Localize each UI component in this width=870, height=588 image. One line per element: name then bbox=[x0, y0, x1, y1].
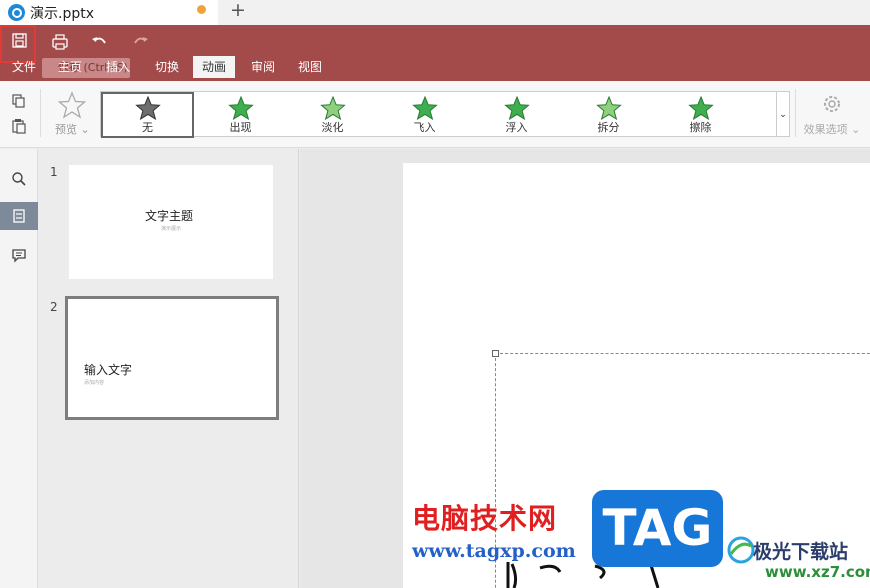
animation-label: 飞入 bbox=[413, 121, 436, 134]
paste-icon[interactable] bbox=[11, 118, 27, 134]
menu-transition[interactable]: 切换 bbox=[155, 56, 179, 78]
preview-star-icon bbox=[57, 91, 87, 119]
animation-option-1[interactable]: 出现 bbox=[195, 94, 286, 136]
star-icon bbox=[595, 96, 622, 120]
unsaved-indicator bbox=[197, 5, 206, 14]
animation-gallery: 无 出现 淡化 飞入 浮入 拆分 擦除 bbox=[100, 91, 777, 138]
watermark-site-name: 电脑技术网 bbox=[412, 502, 558, 535]
comment-icon[interactable] bbox=[0, 241, 38, 269]
menu-file[interactable]: 文件 bbox=[12, 56, 36, 78]
presentation-app: 演示.pptx + 保存 (Ctrl+S) 文件 主页 插入 切换 动画 审阅 … bbox=[0, 0, 870, 588]
slide-1-subtitle: 演示展示 bbox=[161, 226, 182, 232]
print-icon[interactable] bbox=[48, 31, 72, 53]
menu-home[interactable]: 主页 bbox=[58, 56, 82, 78]
toolbar-divider bbox=[40, 89, 41, 137]
animation-label: 浮入 bbox=[505, 121, 528, 134]
slide-editor bbox=[300, 149, 870, 588]
left-sidebar bbox=[0, 149, 38, 588]
slide-2-subtitle: 添加内容 bbox=[84, 380, 105, 386]
slides-icon[interactable] bbox=[0, 202, 38, 230]
star-icon bbox=[687, 96, 714, 120]
slide-1-title: 文字主题 bbox=[145, 209, 194, 223]
menu-insert[interactable]: 插入 bbox=[106, 56, 130, 78]
slide-number: 2 bbox=[50, 300, 58, 314]
animation-label: 擦除 bbox=[689, 121, 712, 134]
animation-label: 出现 bbox=[229, 121, 252, 134]
preview-button[interactable]: 预览 ⌄ bbox=[52, 91, 92, 139]
animation-option-5[interactable]: 拆分 bbox=[563, 94, 654, 136]
watermark2-site-url: www.xz7.com bbox=[765, 563, 870, 581]
animation-option-2[interactable]: 淡化 bbox=[287, 94, 378, 136]
animation-label: 拆分 bbox=[597, 121, 620, 134]
star-icon bbox=[411, 96, 438, 120]
animation-option-4[interactable]: 浮入 bbox=[471, 94, 562, 136]
watermark2-site-name: 极光下载站 bbox=[753, 541, 849, 563]
redo-icon[interactable] bbox=[128, 31, 152, 53]
preview-label: 预览 ⌄ bbox=[55, 123, 90, 136]
watermark-tag-logo: TAG bbox=[592, 490, 723, 567]
watermark-site-url: www.tagxp.com bbox=[412, 540, 576, 562]
ribbon: 保存 (Ctrl+S) 文件 主页 插入 切换 动画 审阅 视图 bbox=[0, 25, 870, 81]
gallery-more-button[interactable]: ⌄ bbox=[777, 91, 790, 137]
search-icon[interactable] bbox=[0, 165, 38, 193]
slide-number: 1 bbox=[50, 165, 58, 179]
menu-animation[interactable]: 动画 bbox=[193, 56, 236, 78]
document-tab[interactable]: 演示.pptx bbox=[0, 0, 218, 25]
animation-option-0[interactable]: 无 bbox=[101, 92, 194, 138]
menu-view[interactable]: 视图 bbox=[298, 56, 322, 78]
star-icon bbox=[319, 96, 346, 120]
slide-thumbnail-1[interactable]: 文字主题 演示展示 bbox=[69, 165, 273, 279]
animation-toolbar: 预览 ⌄ 无 出现 淡化 飞入 浮入 拆分 擦除 ⌄ 效果选项 ⌄ bbox=[0, 81, 870, 148]
slide-panel: 1 文字主题 演示展示 2 输入文字 添加内容 bbox=[39, 149, 299, 588]
menu-review[interactable]: 审阅 bbox=[251, 56, 275, 78]
animation-option-3[interactable]: 飞入 bbox=[379, 94, 470, 136]
star-icon bbox=[227, 96, 254, 120]
undo-icon[interactable] bbox=[88, 31, 112, 53]
effect-options-label: 效果选项 ⌄ bbox=[803, 123, 861, 136]
star-icon bbox=[134, 96, 161, 120]
aurora-logo-icon bbox=[727, 536, 755, 564]
plus-icon[interactable]: + bbox=[230, 0, 246, 20]
toolbar-divider bbox=[795, 89, 796, 137]
resize-handle[interactable] bbox=[492, 350, 499, 357]
gear-icon bbox=[824, 96, 840, 112]
animation-label: 淡化 bbox=[321, 121, 344, 134]
title-bar: 演示.pptx + bbox=[0, 0, 870, 25]
star-icon bbox=[503, 96, 530, 120]
app-logo-icon bbox=[8, 4, 25, 21]
animation-label: 无 bbox=[142, 121, 153, 134]
copy-icon[interactable] bbox=[11, 93, 27, 109]
slide-2-title: 输入文字 bbox=[84, 363, 133, 377]
effect-options-button[interactable]: 效果选项 ⌄ bbox=[802, 93, 862, 137]
animation-option-6[interactable]: 擦除 bbox=[655, 94, 746, 136]
slide-thumbnail-2[interactable]: 输入文字 添加内容 bbox=[65, 296, 279, 420]
document-title: 演示.pptx bbox=[30, 6, 94, 22]
